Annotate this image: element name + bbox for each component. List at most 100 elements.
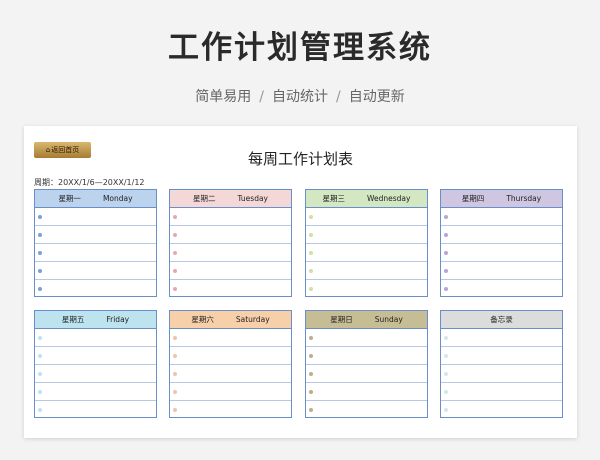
- task-row[interactable]: [441, 365, 562, 383]
- feature-auto-update: 自动更新: [348, 89, 405, 105]
- task-row[interactable]: [35, 208, 156, 226]
- task-row[interactable]: [35, 329, 156, 347]
- task-row[interactable]: [441, 280, 562, 298]
- task-row[interactable]: [441, 262, 562, 280]
- task-row[interactable]: [35, 401, 156, 419]
- task-row[interactable]: [35, 226, 156, 244]
- day-name-cn: 星期日: [330, 315, 353, 324]
- bullet-icon: [173, 250, 177, 255]
- bullet-icon: [38, 232, 42, 237]
- day-card: 星期二 Tuesday: [169, 189, 292, 297]
- separator: /: [336, 89, 341, 105]
- bullet-icon: [444, 232, 448, 237]
- day-card-header: 星期二 Tuesday: [170, 190, 291, 208]
- task-row[interactable]: [35, 347, 156, 365]
- task-row[interactable]: [441, 401, 562, 419]
- bullet-icon: [309, 250, 313, 255]
- sheet-title: 每周工作计划表: [247, 150, 353, 168]
- bullet-icon: [173, 371, 177, 376]
- task-row[interactable]: [35, 383, 156, 401]
- separator: /: [259, 89, 264, 105]
- bullet-icon: [444, 268, 448, 273]
- bullet-icon: [38, 389, 42, 394]
- bullet-icon: [309, 214, 313, 219]
- day-name-cn: 星期五: [61, 315, 85, 324]
- bullet-icon: [444, 408, 448, 412]
- task-row[interactable]: [306, 347, 427, 365]
- task-row[interactable]: [306, 208, 427, 226]
- task-row[interactable]: [306, 280, 427, 298]
- task-row[interactable]: [170, 280, 291, 298]
- task-row[interactable]: [35, 262, 156, 280]
- day-name-cn: 星期二: [192, 194, 216, 203]
- task-row[interactable]: [170, 262, 291, 280]
- task-row[interactable]: [170, 383, 291, 401]
- bullet-icon: [173, 214, 177, 219]
- bullet-icon: [309, 408, 313, 412]
- task-row[interactable]: [170, 365, 291, 383]
- day-card: 星期三 Wednesday: [305, 189, 428, 297]
- day-card: 星期五 Friday: [34, 310, 157, 418]
- task-row[interactable]: [441, 208, 562, 226]
- day-name-cn: 星期四: [461, 194, 485, 203]
- task-row[interactable]: [170, 244, 291, 262]
- day-card-header: 备忘录: [441, 311, 562, 329]
- task-row[interactable]: [35, 244, 156, 262]
- day-card-header: 星期四 Thursday: [441, 190, 562, 208]
- day-name-cn: 星期六: [191, 315, 214, 324]
- bullet-icon: [444, 389, 448, 394]
- task-row[interactable]: [306, 365, 427, 383]
- task-row[interactable]: [35, 280, 156, 298]
- bullet-icon: [173, 232, 177, 237]
- bullet-icon: [173, 287, 177, 291]
- bullet-icon: [38, 353, 42, 358]
- day-card: 星期日 Sunday: [305, 310, 428, 418]
- bullet-icon: [309, 353, 313, 358]
- day-card-header: 星期三 Wednesday: [306, 190, 427, 208]
- task-row[interactable]: [35, 365, 156, 383]
- day-card: 星期四 Thursday: [440, 189, 563, 297]
- feature-easy: 简单易用: [195, 89, 252, 105]
- day-name-en: Tuesday: [237, 194, 268, 203]
- bullet-icon: [444, 287, 448, 291]
- day-name-en: Monday: [102, 194, 133, 203]
- day-name-cn: 备忘录: [490, 315, 513, 324]
- task-row[interactable]: [306, 401, 427, 419]
- task-row[interactable]: [306, 329, 427, 347]
- task-row[interactable]: [441, 383, 562, 401]
- task-row[interactable]: [170, 401, 291, 419]
- task-row[interactable]: [306, 262, 427, 280]
- bullet-icon: [309, 232, 313, 237]
- task-row[interactable]: [170, 329, 291, 347]
- task-row[interactable]: [170, 208, 291, 226]
- bullet-icon: [38, 214, 42, 219]
- day-card-header: 星期六 Saturday: [170, 311, 291, 329]
- bullet-icon: [309, 287, 313, 291]
- bullet-icon: [38, 268, 42, 273]
- bullet-icon: [444, 371, 448, 376]
- task-row[interactable]: [170, 347, 291, 365]
- feature-auto-stats: 自动统计: [272, 89, 328, 105]
- task-row[interactable]: [306, 244, 427, 262]
- task-row[interactable]: [441, 226, 562, 244]
- bullet-icon: [444, 214, 448, 219]
- task-row[interactable]: [441, 329, 562, 347]
- task-row[interactable]: [306, 226, 427, 244]
- task-row[interactable]: [441, 347, 562, 365]
- task-row[interactable]: [170, 226, 291, 244]
- bullet-icon: [309, 371, 313, 376]
- bullet-icon: [173, 353, 177, 358]
- bullet-icon: [444, 335, 448, 340]
- day-card-header: 星期一 Monday: [35, 190, 156, 208]
- bullet-icon: [444, 250, 448, 255]
- bullet-icon: [38, 287, 42, 291]
- bullet-icon: [444, 353, 448, 358]
- period-label: 周期：20XX/1/6—20XX/1/12: [34, 178, 145, 187]
- day-card-header: 星期日 Sunday: [306, 311, 427, 329]
- bullet-icon: [173, 335, 177, 340]
- day-name-en: Friday: [106, 315, 130, 324]
- task-row[interactable]: [306, 383, 427, 401]
- day-card-header: 星期五 Friday: [35, 311, 156, 329]
- bullet-icon: [309, 268, 313, 273]
- task-row[interactable]: [441, 244, 562, 262]
